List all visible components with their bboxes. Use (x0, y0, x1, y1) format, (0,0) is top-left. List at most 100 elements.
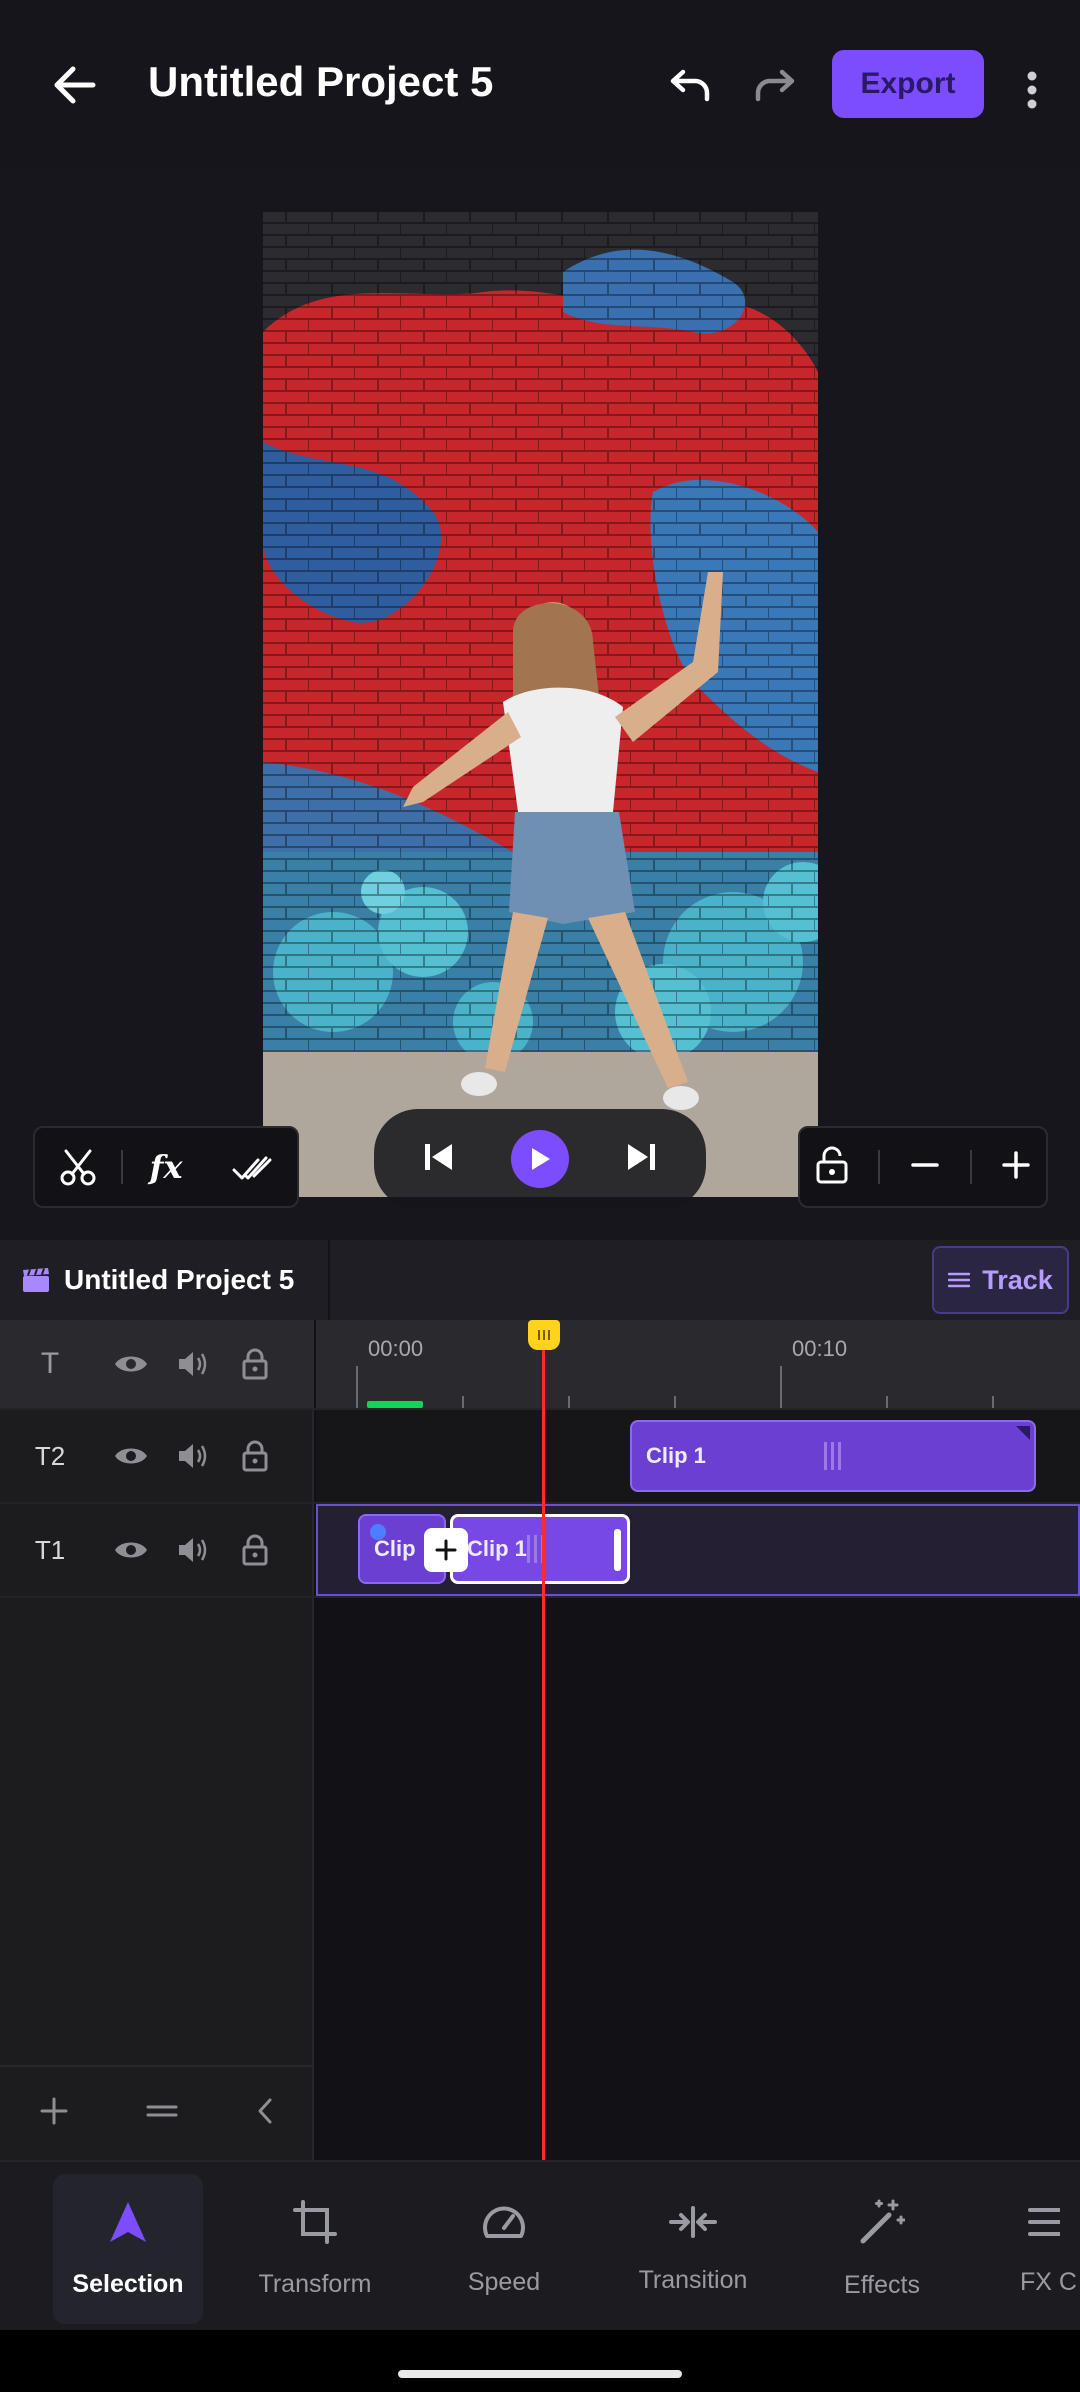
audio-toggle[interactable] (162, 1349, 224, 1379)
equals-icon (146, 2105, 178, 2117)
top-bar: Untitled Project 5 Export (0, 0, 1080, 170)
chevron-left-icon (258, 2098, 272, 2124)
more-vertical-icon (1027, 71, 1037, 109)
video-preview[interactable] (263, 212, 818, 1197)
eye-icon (115, 1542, 147, 1558)
track-header-actions (0, 2065, 314, 2160)
track-headers: T T2 T1 (0, 1320, 314, 2160)
fx-button[interactable]: fx (123, 1126, 209, 1208)
nav-effects[interactable]: Effects (807, 2174, 957, 2324)
audio-toggle[interactable] (162, 1441, 224, 1471)
scissors-icon (60, 1149, 96, 1186)
track-header-text: T (0, 1320, 314, 1408)
audio-toggle[interactable] (162, 1535, 224, 1565)
redo-button[interactable] (740, 52, 810, 122)
home-indicator[interactable] (398, 2370, 682, 2378)
nav-fx[interactable]: FX C (996, 2174, 1080, 2324)
zoom-out-button[interactable] (910, 1150, 940, 1185)
skip-to-end-button[interactable] (624, 1141, 658, 1178)
clip-label: Clip 1 (467, 1536, 527, 1561)
select-all-button[interactable] (209, 1126, 295, 1208)
back-button[interactable] (40, 50, 110, 120)
visibility-toggle[interactable] (100, 1352, 162, 1376)
eye-icon (115, 1448, 147, 1464)
time-ruler[interactable]: 00:00 00:10 (316, 1320, 1080, 1408)
nav-label: Speed (467, 2267, 541, 2296)
clip-grip (824, 1442, 841, 1470)
timeline-clip[interactable]: Clip 1 (630, 1420, 1036, 1492)
unlock-icon (816, 1146, 848, 1183)
track-button[interactable]: Track (932, 1246, 1069, 1314)
ruler-tick (992, 1396, 994, 1408)
nav-transition[interactable]: Transition (618, 2174, 768, 2324)
lock-toggle[interactable] (224, 1348, 286, 1380)
ruler-label: 00:00 (368, 1336, 424, 1361)
play-button[interactable] (510, 1130, 569, 1188)
project-name-section[interactable]: Untitled Project 5 (0, 1240, 330, 1320)
plus-icon (40, 2097, 68, 2125)
split-button[interactable] (35, 1126, 121, 1208)
menu-lines-icon (948, 1272, 971, 1288)
timeline[interactable]: T T2 T1 00:00 00:10 Clip 1 Clip Clip 1 (0, 1320, 1080, 2160)
keyframe-dot (370, 1524, 386, 1540)
track-label: T2 (34, 1440, 66, 1471)
nav-speed[interactable]: Speed (429, 2174, 579, 2324)
track-label: T (40, 1347, 60, 1380)
playhead-handle[interactable] (528, 1320, 560, 1350)
speaker-icon (179, 1538, 207, 1562)
minus-icon (911, 1162, 939, 1167)
speedometer-icon (483, 2206, 525, 2238)
trim-handle-right[interactable] (614, 1529, 621, 1571)
nav-label: Effects (844, 2270, 920, 2299)
video-preview-area (0, 170, 1080, 1240)
track-lane-t1[interactable]: Clip Clip 1 (316, 1504, 1080, 1596)
add-track-button[interactable] (39, 2096, 69, 2131)
track-button-label: Track (982, 1264, 1053, 1295)
fx-icon (1028, 2207, 1060, 2236)
render-progress-marker (367, 1401, 423, 1408)
nav-selection[interactable]: Selection (53, 2174, 203, 2324)
lock-button[interactable] (815, 1145, 849, 1190)
lock-icon (242, 1440, 268, 1472)
double-check-icon (232, 1156, 272, 1180)
visibility-toggle[interactable] (100, 1538, 162, 1562)
collapse-panel-button[interactable] (255, 2096, 275, 2131)
nav-transform[interactable]: Transform (240, 2174, 390, 2324)
ruler-tick (780, 1366, 782, 1408)
track-lane-t2[interactable]: Clip 1 (316, 1410, 1080, 1502)
export-button[interactable]: Export (832, 50, 984, 118)
divider (878, 1150, 881, 1184)
undo-button[interactable] (655, 52, 725, 122)
nav-label: Selection (72, 2269, 184, 2298)
zoom-in-button[interactable] (1001, 1150, 1031, 1185)
lock-toggle[interactable] (224, 1534, 286, 1566)
transition-icon (669, 2205, 717, 2238)
skip-to-start-button[interactable] (422, 1141, 456, 1178)
divider (969, 1150, 972, 1184)
ruler-tick (674, 1396, 676, 1408)
clip-label: Clip (374, 1536, 416, 1561)
ruler-tick (462, 1396, 464, 1408)
ruler-tick (886, 1396, 888, 1408)
visibility-toggle[interactable] (100, 1444, 162, 1468)
play-icon (531, 1148, 550, 1170)
project-name: Untitled Project 5 (64, 1264, 295, 1295)
eye-icon (115, 1356, 147, 1372)
track-header-t2: T2 (0, 1410, 314, 1502)
lock-toggle[interactable] (224, 1440, 286, 1472)
edit-tools-toolbar: fx (33, 1126, 299, 1208)
fx-icon: fx (149, 1148, 183, 1186)
speaker-icon (179, 1444, 207, 1468)
gesture-nav-area (0, 2330, 1080, 2392)
plus-icon (1002, 1150, 1030, 1179)
lock-icon (242, 1534, 268, 1566)
add-transition-button[interactable] (424, 1528, 468, 1572)
reorder-tracks-button[interactable] (146, 2101, 178, 2126)
crop-icon (293, 2199, 337, 2244)
selected-timeline-clip[interactable]: Clip 1 (450, 1514, 630, 1584)
clapperboard-icon (23, 1268, 49, 1292)
more-options-button[interactable] (1010, 55, 1054, 125)
skip-back-icon (424, 1143, 452, 1170)
skip-forward-icon (628, 1143, 656, 1170)
corner-fold-icon (1016, 1426, 1030, 1440)
